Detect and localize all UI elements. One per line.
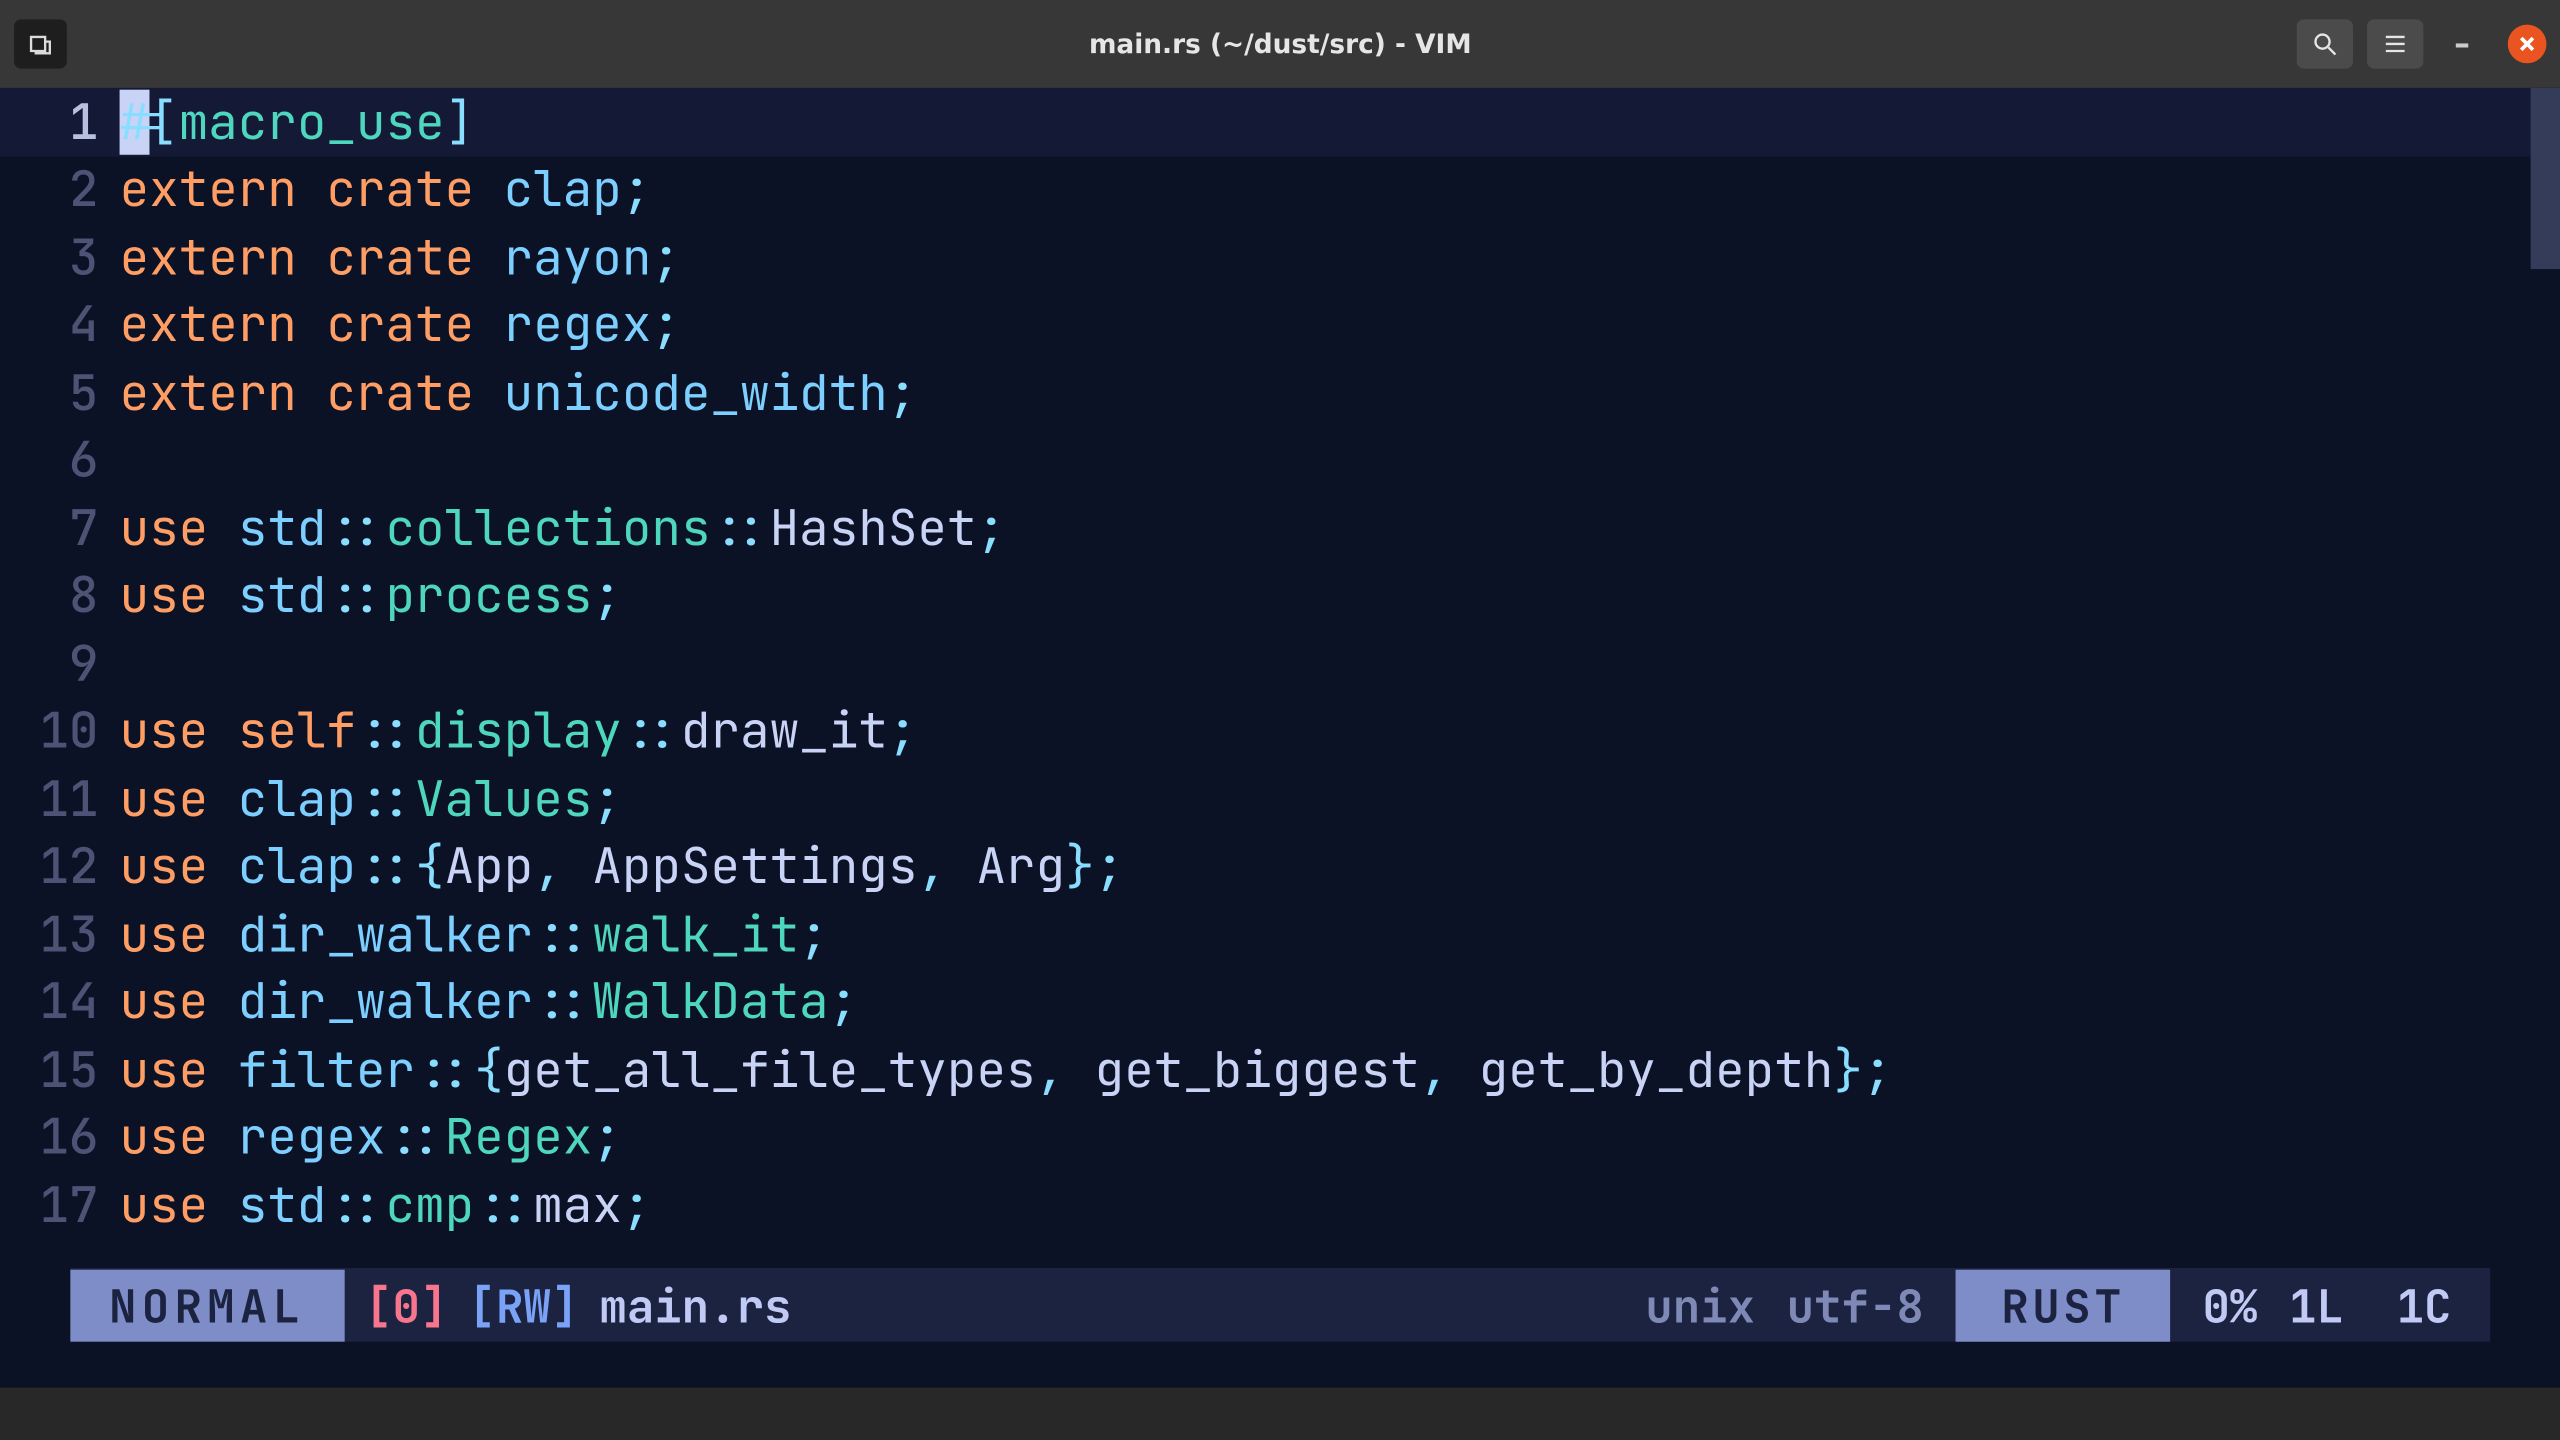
new-tab-icon <box>26 30 54 58</box>
scrollbar-thumb[interactable] <box>2531 88 2560 270</box>
close-button[interactable] <box>2508 25 2547 64</box>
search-icon <box>2311 30 2339 58</box>
status-language: RUST <box>1956 1269 2171 1341</box>
line-number: 7 <box>0 495 120 560</box>
line-number: 16 <box>0 1105 120 1170</box>
status-line: NORMAL [0] [RW] main.rs unix utf-8 RUST … <box>70 1268 2490 1342</box>
status-col-pos: 1C <box>2376 1274 2473 1336</box>
status-filename: main.rs <box>599 1274 812 1336</box>
line-number: 13 <box>0 902 120 967</box>
code-content[interactable]: #[macro_use] <box>120 89 475 154</box>
code-content[interactable]: use regex::Regex; <box>120 1105 622 1170</box>
code-content[interactable]: extern crate clap; <box>120 157 652 222</box>
code-line[interactable]: 8use std::process; <box>0 562 2560 630</box>
code-line[interactable]: 16use regex::Regex; <box>0 1104 2560 1172</box>
code-line[interactable]: 6 <box>0 426 2560 494</box>
code-line[interactable]: 3extern crate rayon; <box>0 223 2560 291</box>
minimize-icon: – <box>2454 25 2470 62</box>
desktop-background-strip <box>0 1388 2560 1440</box>
line-number: 10 <box>0 699 120 764</box>
code-line[interactable]: 4extern crate regex; <box>0 291 2560 359</box>
code-content[interactable]: use self::display::draw_it; <box>120 699 918 764</box>
code-line[interactable]: 2extern crate clap; <box>0 156 2560 224</box>
command-line-area[interactable] <box>0 1342 2560 1388</box>
minimize-button[interactable]: – <box>2437 19 2486 68</box>
code-content[interactable]: use filter::{get_all_file_types, get_big… <box>120 1037 1893 1102</box>
code-line[interactable]: 17use std::cmp::max; <box>0 1171 2560 1239</box>
line-number: 6 <box>0 428 120 493</box>
code-content[interactable]: use dir_walker::WalkData; <box>120 969 859 1034</box>
status-line-pos: 1L <box>2289 1274 2365 1336</box>
line-number: 17 <box>0 1173 120 1238</box>
line-number: 8 <box>0 563 120 628</box>
line-number: 4 <box>0 292 120 357</box>
status-percent: 0% <box>2181 1274 2278 1336</box>
editor-scrollbar[interactable] <box>2531 88 2560 1388</box>
status-fileformat: unix <box>1624 1274 1776 1336</box>
code-line[interactable]: 7use std::collections::HashSet; <box>0 494 2560 562</box>
code-line[interactable]: 5extern crate unicode_width; <box>0 359 2560 427</box>
code-line[interactable]: 14use dir_walker::WalkData; <box>0 968 2560 1036</box>
line-number: 9 <box>0 631 120 696</box>
code-line[interactable]: 10use self::display::draw_it; <box>0 697 2560 765</box>
status-encoding: utf-8 <box>1787 1274 1945 1336</box>
code-content[interactable]: use clap::Values; <box>120 766 622 831</box>
code-area[interactable]: 1#[macro_use]2extern crate clap;3extern … <box>0 88 2560 1268</box>
code-content[interactable]: extern crate regex; <box>120 292 681 357</box>
line-number: 1 <box>0 89 120 154</box>
line-number: 2 <box>0 157 120 222</box>
line-number: 3 <box>0 225 120 290</box>
search-button[interactable] <box>2297 19 2353 68</box>
code-line[interactable]: 15use filter::{get_all_file_types, get_b… <box>0 1036 2560 1104</box>
new-tab-button[interactable] <box>14 19 67 68</box>
close-icon <box>2518 35 2536 53</box>
line-number: 12 <box>0 834 120 899</box>
code-content[interactable]: extern crate unicode_width; <box>120 360 918 425</box>
status-buffer-indicator: [0] <box>344 1274 469 1336</box>
code-line[interactable]: 11use clap::Values; <box>0 765 2560 833</box>
code-content[interactable]: use clap::{App, AppSettings, Arg}; <box>120 834 1125 899</box>
line-number: 14 <box>0 969 120 1034</box>
line-number: 15 <box>0 1037 120 1102</box>
code-content[interactable]: use std::collections::HashSet; <box>120 495 1006 560</box>
line-number: 5 <box>0 360 120 425</box>
code-line[interactable]: 9 <box>0 630 2560 698</box>
code-content[interactable]: use std::cmp::max; <box>120 1173 652 1238</box>
code-content[interactable]: use std::process; <box>120 563 622 628</box>
editor-pane[interactable]: 1#[macro_use]2extern crate clap;3extern … <box>0 88 2560 1388</box>
code-content[interactable]: use dir_walker::walk_it; <box>120 902 829 967</box>
line-number: 11 <box>0 766 120 831</box>
status-mode: NORMAL <box>70 1269 344 1341</box>
code-line[interactable]: 12use clap::{App, AppSettings, Arg}; <box>0 833 2560 901</box>
window-titlebar: main.rs (~/dust/src) - VIM – <box>0 0 2560 88</box>
code-line[interactable]: 1#[macro_use] <box>0 88 2560 156</box>
menu-button[interactable] <box>2367 19 2423 68</box>
code-line[interactable]: 13use dir_walker::walk_it; <box>0 900 2560 968</box>
status-rw-indicator: [RW] <box>469 1274 600 1336</box>
hamburger-icon <box>2381 30 2409 58</box>
window-title: main.rs (~/dust/src) - VIM <box>1089 28 1472 60</box>
code-content[interactable]: extern crate rayon; <box>120 225 681 290</box>
